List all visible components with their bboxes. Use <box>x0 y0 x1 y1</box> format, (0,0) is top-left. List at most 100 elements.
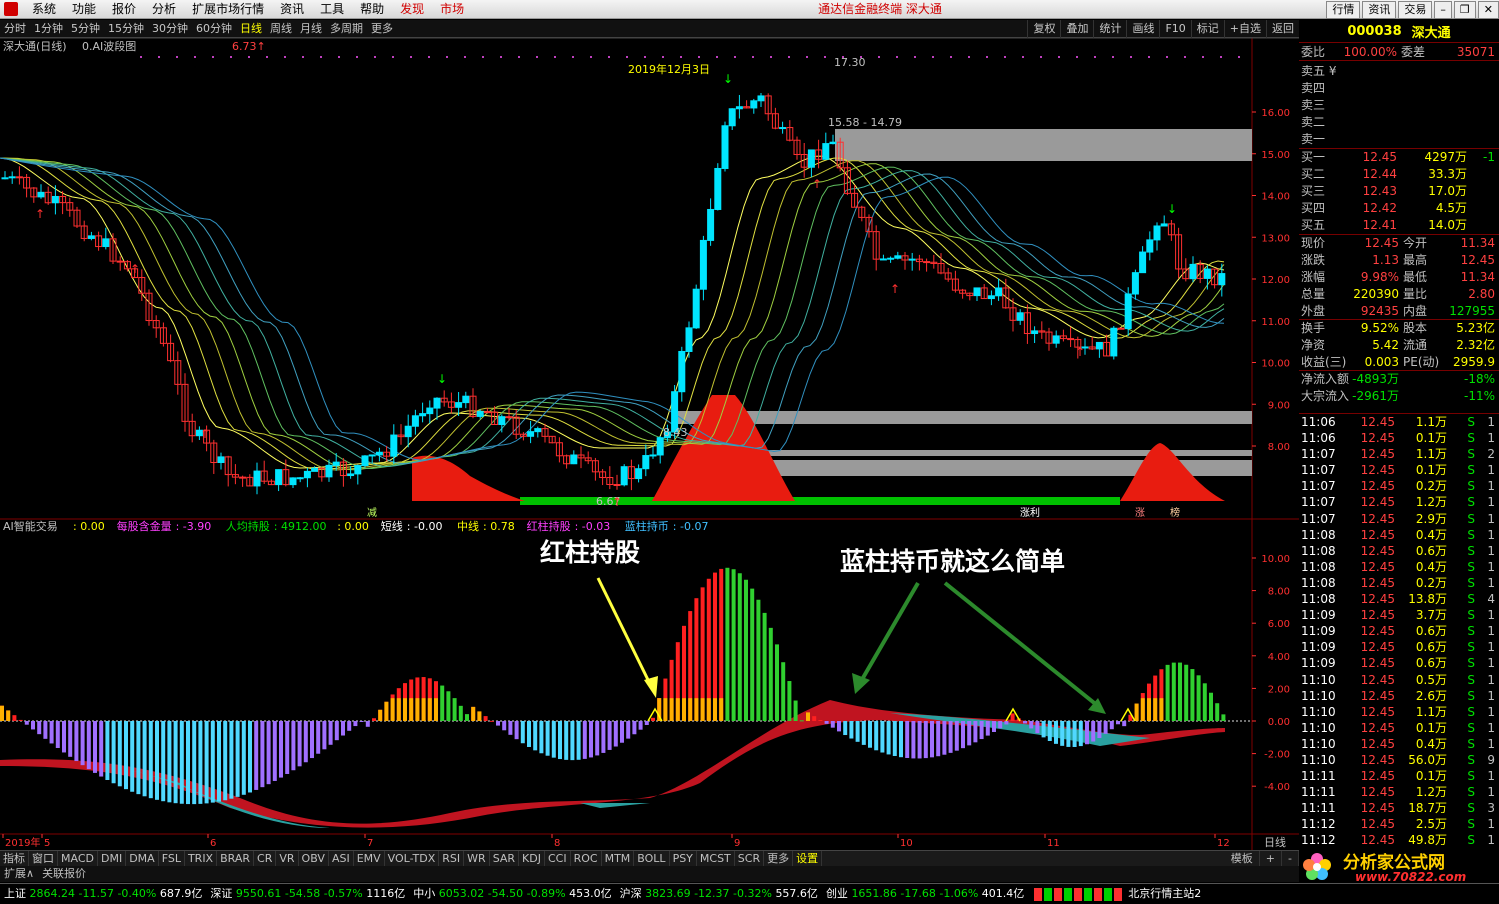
minimize-icon[interactable]: – <box>1434 0 1452 19</box>
menu-item-4[interactable]: 扩展市场行情 <box>184 0 272 19</box>
histogram-bar <box>1190 669 1195 721</box>
tick-list[interactable]: 11:06 12.45 1.1万 S 1 11:06 12.45 0.1万 S 1 11:07 12.… <box>1299 413 1499 849</box>
indicator-tab-3[interactable]: DMI <box>98 851 127 866</box>
weicha-value: 35071 <box>1456 45 1495 59</box>
histogram-bar <box>985 721 990 736</box>
tick-side: S <box>1467 495 1475 510</box>
histogram-bar <box>849 721 854 739</box>
top-button-0[interactable]: 行情 <box>1326 0 1361 19</box>
histogram-bar <box>217 721 221 802</box>
indicator-tab-9[interactable]: VR <box>276 851 299 866</box>
top-button-1[interactable]: 资讯 <box>1362 0 1397 19</box>
date-tick: 5 <box>44 838 50 849</box>
indicator-tab-20[interactable]: MTM <box>602 851 635 866</box>
indicator-tab-17[interactable]: KDJ <box>519 851 545 866</box>
chart-tool-4[interactable]: F10 <box>1159 19 1190 38</box>
stat-value-2: 2959.9 <box>1453 355 1495 369</box>
indicator-tab-24[interactable]: SCR <box>735 851 765 866</box>
histogram-bar <box>1085 721 1089 745</box>
indicator-tab-8[interactable]: CR <box>254 851 277 866</box>
indicator-tab-10[interactable]: OBV <box>299 851 329 866</box>
indicator-tab-21[interactable]: BOLL <box>634 851 670 866</box>
period-tab-1[interactable]: 1分钟 <box>30 20 67 38</box>
stat-label: 净流入额 <box>1301 372 1350 386</box>
menu-item-2[interactable]: 报价 <box>104 0 144 19</box>
index-item[interactable]: 上证 2864.24 -11.57 -0.40% 687.9亿 <box>0 884 206 904</box>
extension-tab-1[interactable]: 关联报价 <box>38 866 90 882</box>
menu-item-3[interactable]: 分析 <box>144 0 184 19</box>
chart-tool-3[interactable]: 画线 <box>1126 19 1159 38</box>
histogram-bar <box>328 721 333 745</box>
indicator-tab-15[interactable]: WR <box>464 851 490 866</box>
indicator-tab-11[interactable]: ASI <box>329 851 354 866</box>
top-button-2[interactable]: 交易 <box>1398 0 1433 19</box>
menu-hot-1[interactable]: 市场 <box>432 0 472 19</box>
period-tab-10[interactable]: 更多 <box>367 20 397 38</box>
menu-item-7[interactable]: 帮助 <box>352 0 392 19</box>
period-tab-4[interactable]: 30分钟 <box>148 20 192 38</box>
period-tab-6[interactable]: 日线 <box>236 20 266 38</box>
buy-volume: 14.0万 <box>1428 218 1467 232</box>
indicator-tab-26[interactable]: 设置 <box>793 851 823 866</box>
stat-label: 净资 <box>1301 338 1326 352</box>
indicator-tab-1[interactable]: 窗口 <box>29 851 58 866</box>
chart-area[interactable]: 16.00 15.00 14.00 13.00 12.00 11.00 10.00 9.00 8… <box>0 38 1299 853</box>
candle-body <box>527 431 535 437</box>
indicator-tab-19[interactable]: ROC <box>571 851 602 866</box>
index-item[interactable]: 中小 6053.02 -54.50 -0.89% 453.0亿 <box>409 884 615 904</box>
indicator-tab-5[interactable]: FSL <box>159 851 185 866</box>
period-tab-9[interactable]: 多周期 <box>326 20 367 38</box>
chart-tool-2[interactable]: 统计 <box>1093 19 1126 38</box>
period-tab-0[interactable]: 分时 <box>0 20 30 38</box>
chart-tool-0[interactable]: 复权 <box>1027 19 1060 38</box>
indicator-tab-16[interactable]: SAR <box>490 851 520 866</box>
indicator-tab-2[interactable]: MACD <box>58 851 98 866</box>
signal-dot <box>698 56 700 58</box>
candle-body <box>1218 273 1226 286</box>
indicator-tab-25[interactable]: 更多 <box>764 851 794 866</box>
indicator-tab-22[interactable]: PSY <box>670 851 697 866</box>
indicator-tab-13[interactable]: VOL-TDX <box>385 851 440 866</box>
index-item[interactable]: 深证 9550.61 -54.58 -0.57% 1116亿 <box>206 884 409 904</box>
histogram-bar <box>992 721 996 732</box>
restore-icon[interactable]: ❐ <box>1453 0 1476 19</box>
chart-tool-5[interactable]: 标记 <box>1190 19 1224 38</box>
histogram-bar <box>1196 675 1201 721</box>
indicator-tab-0[interactable]: 指标 <box>0 851 29 866</box>
signal-dot <box>374 56 376 58</box>
histogram-bar <box>954 721 959 751</box>
period-tab-7[interactable]: 周线 <box>266 20 296 38</box>
period-tab-3[interactable]: 15分钟 <box>104 20 148 38</box>
site-logo: 分析家公式网 www.70822.com <box>1299 850 1499 884</box>
chart-tool-1[interactable]: 叠加 <box>1060 19 1093 38</box>
indicator-tab-18[interactable]: CCI <box>545 851 571 866</box>
period-tab-5[interactable]: 60分钟 <box>192 20 236 38</box>
chart-tool-6[interactable]: +自选 <box>1223 19 1266 38</box>
histogram-bar <box>1103 721 1108 734</box>
tick-side: S <box>1467 672 1475 687</box>
indicator-tab-4[interactable]: DMA <box>126 851 159 866</box>
menu-item-5[interactable]: 资讯 <box>272 0 312 19</box>
close-icon[interactable]: ✕ <box>1477 0 1499 19</box>
extension-tab-0[interactable]: 扩展∧ <box>0 866 38 882</box>
period-tab-8[interactable]: 月线 <box>296 20 326 38</box>
indicator-tab-14[interactable]: RSI <box>439 851 465 866</box>
indicator-tab-7[interactable]: BRAR <box>217 851 255 866</box>
template-control-2[interactable]: - <box>1282 851 1299 866</box>
buy-label: 买五 <box>1301 218 1326 232</box>
period-tab-2[interactable]: 5分钟 <box>67 20 104 38</box>
menu-item-6[interactable]: 工具 <box>312 0 352 19</box>
menu-item-0[interactable]: 系统 <box>24 0 64 19</box>
menu-item-1[interactable]: 功能 <box>64 0 104 19</box>
indicator-tab-23[interactable]: MCST <box>697 851 735 866</box>
index-item[interactable]: 沪深 3823.69 -12.37 -0.32% 557.6亿 <box>616 884 822 904</box>
stat-label-2: 最低 <box>1403 270 1428 284</box>
menu-hot-0[interactable]: 发现 <box>392 0 432 19</box>
buy-volume: 4.5万 <box>1435 201 1467 215</box>
chart-tool-7[interactable]: 返回 <box>1266 19 1299 38</box>
indicator-tab-6[interactable]: TRIX <box>185 851 218 866</box>
index-item[interactable]: 创业 1651.86 -17.68 -1.06% 401.4亿 <box>822 884 1028 904</box>
indicator-tab-12[interactable]: EMV <box>354 851 385 866</box>
template-control-1[interactable]: + <box>1260 851 1283 866</box>
template-control-0[interactable]: 模板 <box>1225 851 1260 866</box>
